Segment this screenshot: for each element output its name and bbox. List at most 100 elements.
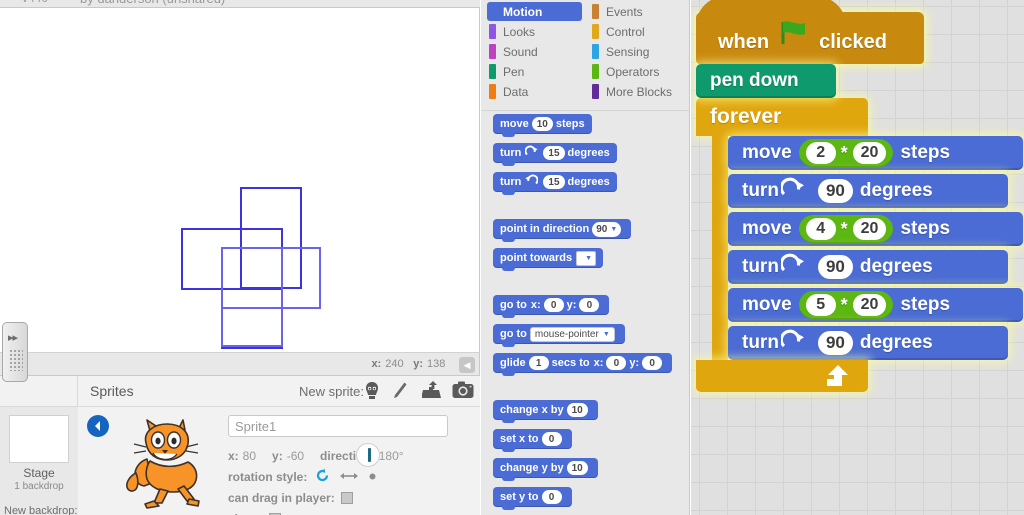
operand-left[interactable]: 2 (805, 142, 836, 164)
turn-degrees-input[interactable]: 90 (817, 179, 853, 203)
sprite-drag-row: can drag in player: (228, 487, 478, 508)
show-label: show: (228, 512, 263, 515)
upload-sprite-icon[interactable] (421, 381, 444, 401)
script-block-turn-3[interactable]: turn 90 degrees (728, 326, 1008, 360)
point-direction-dropdown[interactable]: 90 ▼ (592, 221, 622, 237)
operand-right[interactable]: 20 (852, 218, 887, 240)
set-y-input[interactable]: 0 (541, 490, 562, 504)
go-to-x-label: x: (530, 299, 541, 311)
paint-new-sprite-icon[interactable] (392, 381, 414, 401)
palette-block-turn-ccw[interactable]: turn 15 degrees (493, 172, 617, 195)
go-to-x-input[interactable]: 0 (543, 298, 564, 312)
turn-label: turn (500, 176, 522, 188)
steps-label: steps (900, 218, 951, 239)
palette-block-go-to-target[interactable]: go to mouse-pointer ▼ (493, 324, 625, 347)
script-area[interactable]: when clicked pen down forever move 2 * 2… (691, 0, 1024, 515)
operator-multiply-2[interactable]: 4 * 20 (798, 215, 894, 243)
project-version-label: v440 (22, 0, 48, 5)
script-block-turn-1[interactable]: turn 90 degrees (728, 174, 1008, 208)
rotate-all-around-icon[interactable] (315, 468, 330, 486)
sprite-y-label: y: (272, 448, 283, 463)
camera-sprite-icon[interactable] (452, 381, 474, 401)
palette-block-glide[interactable]: glide 1 secs to x: 0 y: 0 (493, 353, 673, 376)
direction-dial[interactable] (356, 443, 380, 467)
sprite-thumbnail-cat[interactable] (120, 413, 216, 509)
operator-multiply-1[interactable]: 2 * 20 (798, 139, 894, 167)
operand-right[interactable]: 20 (852, 142, 887, 164)
sprite-name-input[interactable]: Sprite1 (228, 415, 448, 437)
script-block-turn-2[interactable]: turn 90 degrees (728, 250, 1008, 284)
turn-ccw-degrees-input[interactable]: 15 (543, 175, 565, 189)
glide-x-input[interactable]: 0 (606, 356, 627, 370)
change-x-input[interactable]: 10 (566, 403, 588, 417)
script-block-move-1[interactable]: move 2 * 20 steps (728, 136, 1023, 170)
script-block-pen-down[interactable]: pen down (696, 64, 836, 98)
palette-block-change-y[interactable]: change y by 10 (493, 458, 598, 481)
change-y-label: change y by (500, 462, 564, 474)
category-motion[interactable]: Motion (487, 2, 582, 21)
palette-block-set-y[interactable]: set y to 0 (493, 487, 572, 510)
turn-degrees-input[interactable]: 90 (817, 331, 853, 355)
can-drag-checkbox[interactable] (340, 491, 353, 504)
double-chevron-right-icon: ▸▸ (8, 332, 18, 344)
degrees-label: degrees (567, 147, 610, 159)
project-title-strip: v440 by danderson (unshared) (0, 0, 480, 8)
glide-x-label: x: (593, 357, 604, 369)
script-block-when-flag-clicked[interactable]: when clicked (696, 0, 924, 64)
category-label: More Blocks (606, 84, 673, 99)
do-not-rotate-icon[interactable] (368, 470, 377, 484)
category-pen[interactable]: Pen (487, 62, 582, 81)
operand-left[interactable]: 4 (805, 218, 836, 240)
palette-block-change-x[interactable]: change x by 10 (493, 400, 598, 423)
operator-multiply-3[interactable]: 5 * 20 (798, 291, 894, 319)
stage-selector[interactable]: Stage 1 backdrop New backdrop: (0, 407, 78, 515)
turn-cw-degrees-input[interactable]: 15 (543, 146, 565, 160)
category-looks[interactable]: Looks (487, 22, 582, 41)
script-block-move-2[interactable]: move 4 * 20 steps (728, 212, 1023, 246)
loop-arrow-icon (824, 364, 850, 393)
category-more-blocks[interactable]: More Blocks (590, 82, 685, 101)
green-flag-icon (779, 20, 809, 52)
glide-secs-input[interactable]: 1 (528, 356, 549, 370)
category-data[interactable]: Data (487, 82, 582, 101)
move-steps-input[interactable]: 10 (531, 117, 553, 131)
change-y-input[interactable]: 10 (566, 461, 588, 475)
operand-left[interactable]: 5 (805, 294, 836, 316)
go-to-target-dropdown[interactable]: mouse-pointer ▼ (529, 326, 615, 342)
set-x-input[interactable]: 0 (541, 432, 562, 446)
palette-block-move[interactable]: move 10 steps (493, 114, 592, 137)
operator-symbol: * (840, 142, 848, 163)
stage-thumbnail[interactable] (9, 415, 69, 463)
block-palette[interactable]: Motion Events Looks Control Sound Sensin… (481, 0, 690, 515)
new-sprite-icon-group (362, 381, 474, 401)
point-towards-dropdown[interactable]: ▼ (576, 250, 597, 266)
steps-label: steps (900, 142, 951, 163)
script-block-move-3[interactable]: move 5 * 20 steps (728, 288, 1023, 322)
category-events[interactable]: Events (590, 2, 685, 21)
palette-block-turn-cw[interactable]: turn 15 degrees (493, 143, 617, 166)
degrees-label: degrees (859, 256, 933, 277)
script-block-forever[interactable]: forever (696, 98, 868, 136)
category-sensing[interactable]: Sensing (590, 42, 685, 61)
stage-collapse-handle[interactable]: ▸▸ (2, 322, 28, 382)
sprite-info-back-button[interactable] (87, 415, 109, 437)
collapse-arrow-icon[interactable]: ◀ (459, 357, 475, 373)
palette-block-go-to-xy[interactable]: go to x: 0 y: 0 (493, 295, 610, 318)
forever-label: forever (710, 105, 782, 128)
rotation-style-options (315, 468, 377, 486)
palette-block-set-x[interactable]: set x to 0 (493, 429, 572, 452)
category-operators[interactable]: Operators (590, 62, 685, 81)
category-swatch (592, 24, 599, 39)
operand-right[interactable]: 20 (852, 294, 887, 316)
sprite-library-icon[interactable] (362, 381, 384, 401)
glide-y-input[interactable]: 0 (642, 356, 663, 370)
palette-block-point-in-direction[interactable]: point in direction 90 ▼ (493, 219, 632, 242)
go-to-y-input[interactable]: 0 (579, 298, 600, 312)
stage[interactable] (0, 8, 480, 352)
category-control[interactable]: Control (590, 22, 685, 41)
turn-degrees-input[interactable]: 90 (817, 255, 853, 279)
palette-block-point-towards[interactable]: point towards ▼ (493, 248, 604, 271)
go-to-target-value: mouse-pointer (534, 328, 599, 340)
rotate-left-right-icon[interactable] (340, 470, 359, 484)
category-sound[interactable]: Sound (487, 42, 582, 61)
